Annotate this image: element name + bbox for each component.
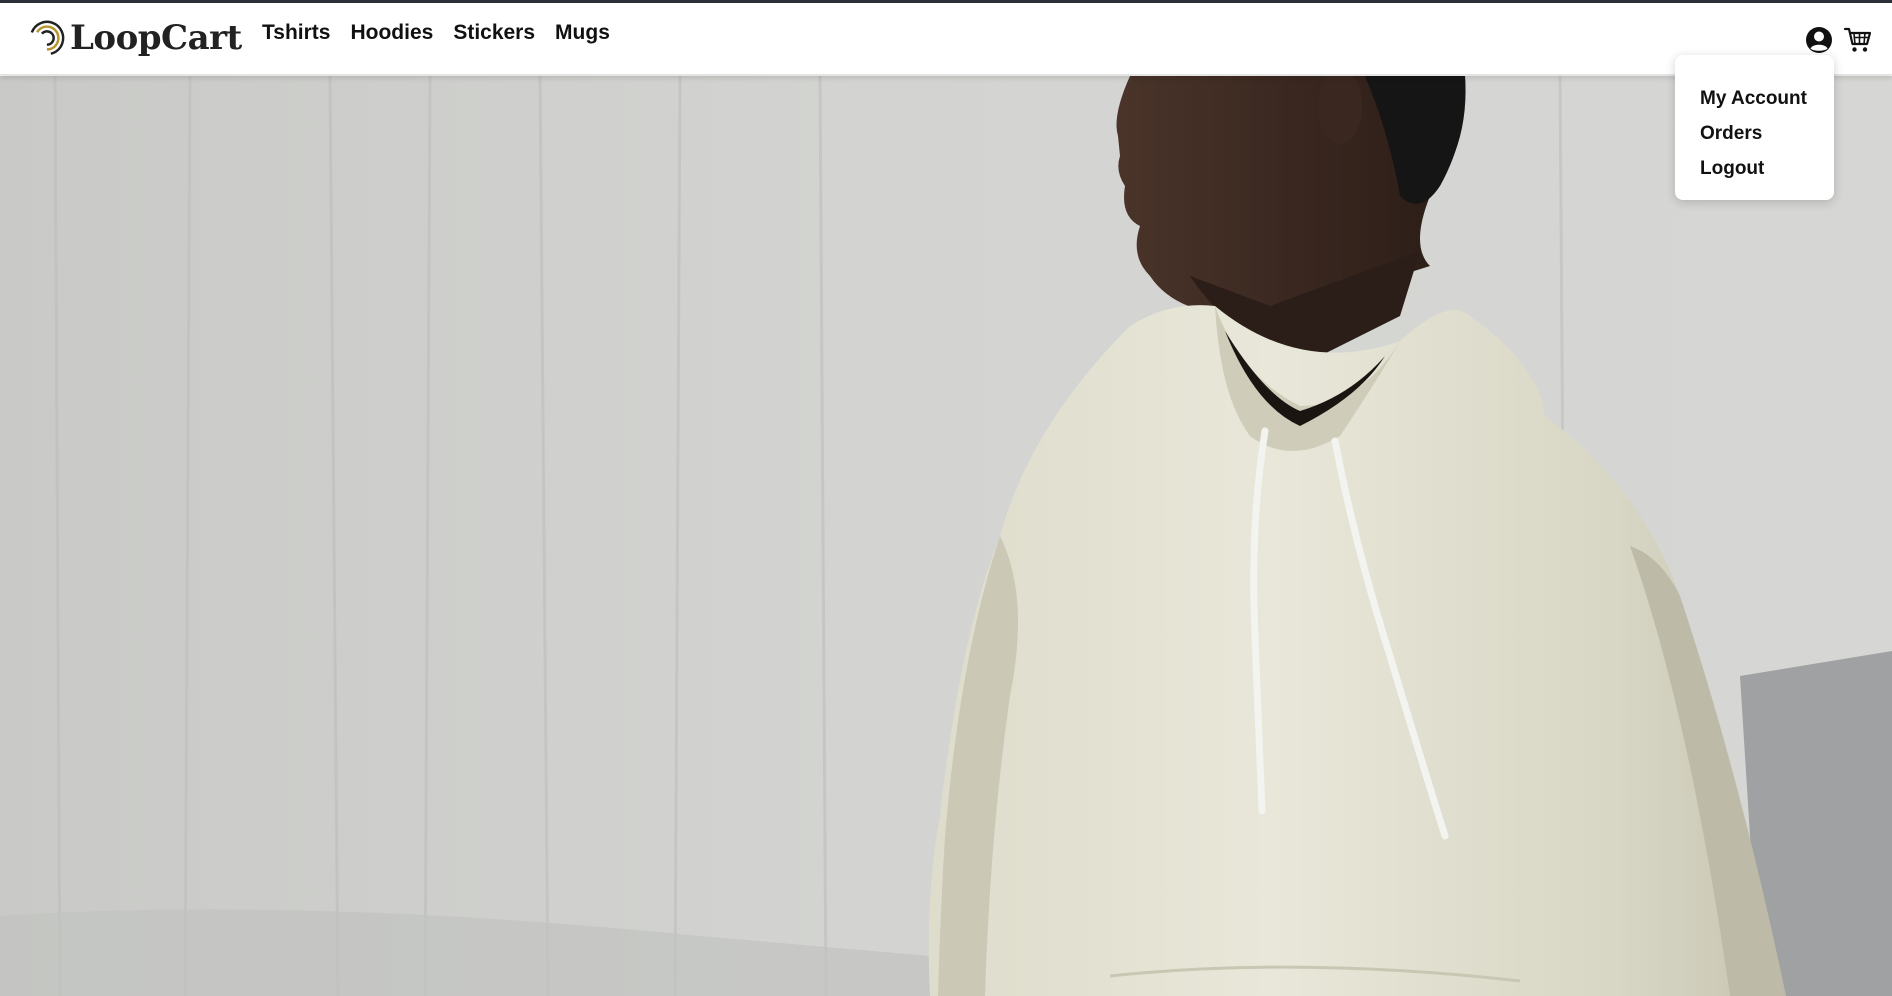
menu-item-my-account[interactable]: My Account — [1700, 81, 1834, 116]
account-dropdown-menu: My Account Orders Logout — [1675, 55, 1834, 200]
menu-item-logout[interactable]: Logout — [1700, 151, 1834, 186]
nav-link-hoodies[interactable]: Hoodies — [350, 21, 433, 45]
account-circle-icon[interactable] — [1804, 25, 1834, 55]
nav-link-stickers[interactable]: Stickers — [453, 21, 535, 45]
main-nav: Tshirts Hoodies Stickers Mugs — [262, 21, 610, 45]
menu-item-orders[interactable]: Orders — [1700, 116, 1834, 151]
brand-logo[interactable]: LoopCart — [28, 16, 242, 60]
man-in-cream-hoodie-photo — [0, 76, 1892, 996]
navbar: LoopCart Tshirts Hoodies Stickers Mugs — [0, 3, 1892, 75]
nav-link-mugs[interactable]: Mugs — [555, 21, 610, 45]
brand-name: LoopCart — [70, 18, 242, 58]
nav-link-tshirts[interactable]: Tshirts — [262, 21, 330, 45]
loop-logo-icon — [29, 20, 65, 56]
hero-banner — [0, 76, 1892, 996]
shopping-cart-icon[interactable] — [1843, 25, 1873, 55]
